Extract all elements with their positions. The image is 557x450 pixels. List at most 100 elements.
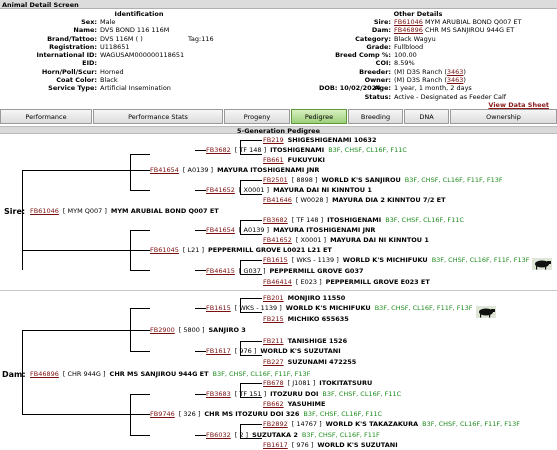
pedigree-node: FB6032[ 2 ] SUZUTAKA 2 B3F, CHSF, CL16F, F…: [206, 431, 380, 440]
pedigree-node: FB46414[ E023 ] PEPPERMILL GROVE E023 ET: [263, 278, 430, 287]
sire-link[interactable]: FB61046: [394, 18, 423, 26]
dam-name: CHR MS SANJIROU 944G ET: [424, 26, 515, 35]
pedigree-animal-name: TANISHIGE 1526: [287, 337, 348, 345]
pedigree-animal-link[interactable]: FB1617: [263, 441, 288, 449]
pedigree-animal-link[interactable]: FB215: [263, 315, 284, 323]
pedigree-connector: [240, 154, 262, 155]
tab-pedigree[interactable]: Pedigree: [291, 109, 347, 124]
brand-value: DVS 116M ( ): [100, 34, 143, 43]
pedigree-animal-link[interactable]: FB661: [263, 156, 284, 164]
pedigree-animal-link[interactable]: FB46414: [263, 278, 292, 286]
pedigree-connector: [195, 394, 206, 395]
pedigree-genetic-status: B3F, CHSF, CL16F, F11C: [328, 146, 407, 154]
breeder-value: (M) D3S Ranch (: [394, 67, 447, 76]
pedigree-animal-link[interactable]: FB46415: [206, 267, 235, 275]
pedigree-connector: [130, 270, 150, 271]
sex-value: Male: [100, 18, 116, 26]
pedigree-connector: [195, 435, 206, 436]
pedigree-animal-name: SUZUNAMI 472255: [287, 358, 357, 366]
status-label: Status:: [364, 92, 391, 101]
breeder-link[interactable]: 3463: [447, 68, 464, 76]
tab-dna[interactable]: DNA: [404, 109, 449, 124]
pedigree-connector: [240, 274, 262, 275]
breeder-close: ): [463, 67, 466, 76]
pedigree-animal-link[interactable]: FB41654: [206, 226, 235, 234]
pedigree-tag: [ 14767 ]: [291, 420, 322, 428]
pedigree-node: FB61045[ L21 ] PEPPERMILL GROVE L0021 L21…: [150, 246, 332, 255]
pedigree-connector: [22, 330, 23, 414]
pedigree-node: FB46415[ G037 ] PEPPERMILL GROVE G037: [206, 267, 364, 276]
pedigree-animal-link[interactable]: FB678: [263, 379, 284, 387]
pedigree-tag: [ W0028 ]: [295, 196, 329, 204]
pedigree-animal-link[interactable]: FB41652: [263, 236, 292, 244]
pedigree-connector: [195, 351, 206, 352]
tab-ownership[interactable]: Ownership: [450, 109, 557, 124]
pedigree-genetic-status: B3F, CHSF, CL16F, F11F, F13F: [431, 256, 530, 264]
tab-progeny[interactable]: Progeny: [224, 109, 290, 124]
pedigree-animal-link[interactable]: FB2900: [150, 326, 175, 334]
pedigree-animal-name: ITOZURU DOI: [270, 390, 319, 398]
pedigree-genetic-status: B3F, CHSF, CL16F, F11F, F13F: [212, 370, 311, 378]
pedigree-tag: [ J1081 ]: [287, 379, 316, 387]
pedigree-animal-link[interactable]: FB3683: [206, 390, 231, 398]
age-label: Age:: [374, 84, 391, 93]
pedigree-tag: [ A0139 ]: [238, 226, 270, 234]
pedigree-node: FB2892[ 14767 ] WORLD K'S TAKAZAKURA B3F, …: [263, 420, 520, 429]
dam-link[interactable]: FB46896: [394, 26, 423, 34]
category-value: Black Wagyu: [394, 34, 436, 43]
category-label: Category:: [355, 34, 391, 43]
pedigree-animal-link[interactable]: FB41646: [263, 196, 292, 204]
pedigree-animal-name: SANJIRO 3: [208, 326, 246, 334]
pedigree-animal-link[interactable]: FB46896: [30, 370, 59, 378]
sire-name: MYM ARUBIAL BOND Q007 ET: [424, 18, 522, 26]
pedigree-animal-link[interactable]: FB1617: [206, 347, 231, 355]
pedigree-animal-link[interactable]: FB41652: [206, 186, 235, 194]
pedigree-genetic-status: B3F, CHSF, CL16F, F11F, F13F: [422, 420, 520, 428]
pedigree-connector: [195, 150, 206, 151]
tab-breeding[interactable]: Breeding: [348, 109, 403, 124]
breed-comp-value: 100.00: [394, 51, 417, 60]
pedigree-animal-link[interactable]: FB61045: [150, 246, 179, 254]
pedigree-animal-link[interactable]: FB61046: [30, 207, 59, 215]
identification-heading: Identification: [114, 10, 164, 18]
pedigree-animal-link[interactable]: FB2501: [263, 176, 288, 184]
pedigree-animal-link[interactable]: FB3682: [263, 216, 288, 224]
pedigree-animal-name: FUKUYUKI: [287, 156, 325, 164]
pedigree-tag: [ CHR 944G ]: [62, 370, 106, 378]
pedigree-node: FB3683[ TF 151 ] ITOZURU DOI B3F, CHSF, CL…: [206, 390, 401, 399]
pedigree-animal-link[interactable]: FB2892: [263, 420, 288, 428]
pedigree-animal-name: ITOSHIGENAMI: [270, 146, 325, 154]
pedigree-animal-name: WORLD K'S SUZUTANI: [260, 347, 341, 355]
pedigree-animal-link[interactable]: FB41654: [150, 166, 179, 174]
breeder-label: Breeder:: [359, 67, 391, 76]
pedigree-animal-name: ITOKITATSURU: [319, 379, 373, 387]
age-value: 1 year, 1 month, 2 days: [394, 84, 472, 93]
pedigree-connector: [22, 330, 150, 331]
pedigree-animal-link[interactable]: FB9746: [150, 410, 175, 418]
pedigree-animal-link[interactable]: FB219: [263, 136, 284, 144]
pedigree-animal-link[interactable]: FB3682: [206, 146, 231, 154]
pedigree-connector: [130, 154, 131, 190]
pedigree-animal-link[interactable]: FB227: [263, 358, 284, 366]
tab-performance[interactable]: Performance: [0, 109, 92, 124]
pedigree-animal-name: WORLD K'S SANJIROU: [321, 176, 401, 184]
name-label: Name:: [73, 26, 97, 35]
tag-value: Tag:116: [188, 34, 214, 43]
cow-photo-icon[interactable]: [532, 258, 552, 270]
cow-photo-icon[interactable]: [476, 306, 496, 318]
owner-link[interactable]: 3463: [447, 76, 464, 84]
pedigree-animal-link[interactable]: FB201: [263, 294, 284, 302]
pedigree-animal-link[interactable]: FB662: [263, 400, 284, 408]
pedigree-animal-link[interactable]: FB6032: [206, 431, 231, 439]
pedigree-animal-link[interactable]: FB1615: [263, 256, 288, 264]
pedigree-genetic-status: B3F, CHSF, CL16F, F11C: [322, 390, 402, 398]
tab-performance-stats[interactable]: Performance Stats: [93, 109, 223, 124]
pedigree-animal-name: ITOSHIGENAMI: [327, 216, 382, 224]
pedigree-node: FB227 SUZUNAMI 472255: [263, 358, 356, 367]
pedigree-animal-name: PEPPERMILL GROVE G037: [269, 267, 364, 275]
pedigree-connector: [240, 180, 262, 181]
pedigree-animal-name: SHIGESHIGENAMI 10632: [287, 136, 377, 144]
pedigree-animal-link[interactable]: FB211: [263, 337, 284, 345]
pedigree-animal-link[interactable]: FB1615: [206, 304, 231, 312]
pedigree-tag: [ WKS - 1139 ]: [291, 256, 339, 264]
